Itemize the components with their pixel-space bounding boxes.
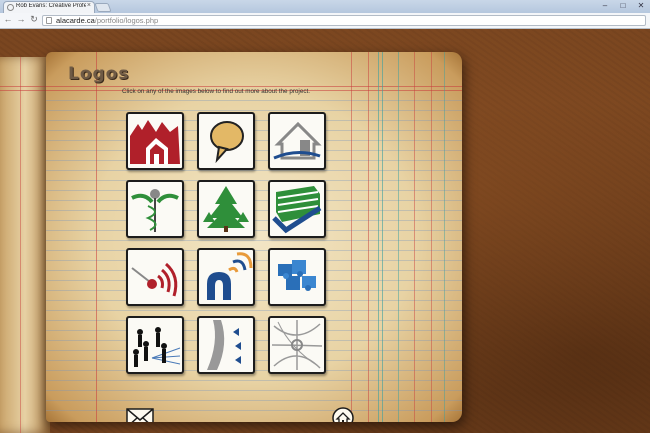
forward-button[interactable]: → [15,14,27,24]
logo-tile-people-network[interactable] [126,316,184,374]
signal-dot-logo-icon [131,262,178,297]
speech-bubble-logo-icon [210,121,244,164]
logo-grid [126,112,362,374]
browser-toolbar: ← → ↻ alacarde.ca/portfolio/logos.php [0,13,650,29]
tab-title: Rob Evans: Creative Profes [16,3,86,9]
home-link[interactable] [332,407,354,422]
instruction-text: Click on any of the images below to find… [122,88,310,95]
browser-tab[interactable]: Rob Evans: Creative Profes × [3,1,95,13]
close-window-button[interactable]: ✕ [632,0,650,11]
back-button[interactable]: ← [2,14,14,24]
left-book-page [0,57,50,433]
window-controls: – □ ✕ [596,0,650,12]
green-building-check-logo-icon [272,186,322,234]
maximize-button[interactable]: □ [614,0,632,11]
minimize-button[interactable]: – [596,0,614,11]
reload-button[interactable]: ↻ [28,14,40,25]
star-web-logo-icon [271,319,323,370]
address-bar[interactable]: alacarde.ca/portfolio/logos.php [42,15,646,26]
page-title: Logos [68,64,130,84]
logo-tile-arch-wifi[interactable] [197,248,255,306]
page-icon [46,17,52,24]
url-path: /portfolio/logos.php [94,16,159,25]
logo-tile-caduceus[interactable] [126,180,184,238]
caduceus-logo-icon [131,189,179,232]
page-background: Logos Click on any of the images below t… [0,29,650,433]
logo-tile-red-houses[interactable] [126,112,184,170]
url-host: alacarde.ca [56,16,95,25]
logo-tile-arrow-curve[interactable] [197,316,255,374]
home-icon [332,407,354,422]
url-text: alacarde.ca/portfolio/logos.php [56,16,158,25]
logo-tile-pine-trees[interactable] [197,180,255,238]
logo-tile-puzzle-pieces[interactable] [268,248,326,306]
tab-bar: Rob Evans: Creative Profes × – □ ✕ [0,0,650,13]
logo-tile-speech-bubble[interactable] [197,112,255,170]
pine-trees-logo-icon [203,186,249,232]
logo-tile-house-outline[interactable] [268,112,326,170]
tab-close-icon[interactable]: × [87,2,91,9]
arrow-curve-logo-icon [207,320,241,370]
notebook-page: Logos Click on any of the images below t… [46,52,462,422]
logo-tile-star-web[interactable] [268,316,326,374]
new-tab-button[interactable] [94,3,112,12]
logo-tile-signal-dot[interactable] [126,248,184,306]
logo-tile-green-building-check[interactable] [268,180,326,238]
house-outline-logo-icon [273,121,322,160]
puzzle-pieces-logo-icon [278,260,316,291]
red-houses-logo-icon [130,120,180,164]
favicon-icon [7,4,14,11]
mail-link[interactable] [126,407,154,422]
people-network-logo-icon [133,327,181,367]
arch-wifi-logo-icon [207,252,253,300]
mail-envelope-icon [126,408,154,422]
